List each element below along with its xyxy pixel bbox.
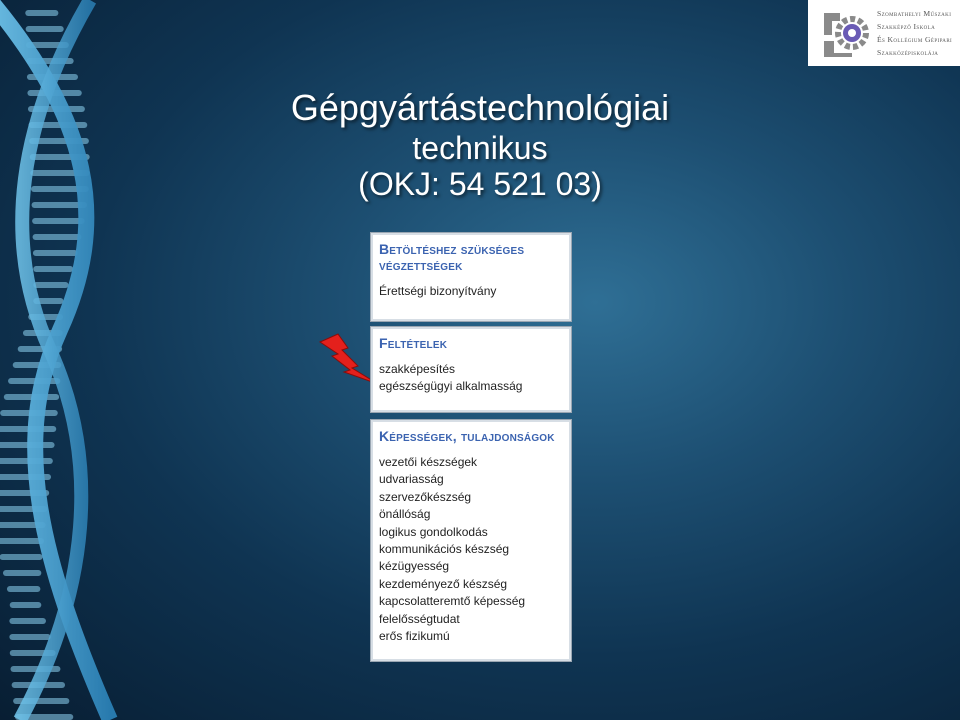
list-item: Érettségi bizonyítvány [379, 284, 497, 298]
section-heading: Képességek, tulajdonságok [379, 428, 555, 444]
dna-rung [0, 410, 58, 416]
dna-rung [9, 602, 42, 608]
section-heading: Betöltéshez szükséges végzettségek [379, 241, 525, 273]
dna-rung [32, 218, 85, 224]
list-item: szakképesítés [379, 362, 456, 376]
dna-rung [9, 618, 46, 624]
dna-rung [0, 442, 55, 448]
list-item: kapcsolatteremtő képesség [379, 594, 526, 609]
qualification-box: Betöltéshez szükséges végzettségek Érett… [370, 232, 572, 322]
dna-rung [0, 458, 53, 464]
dna-rung [2, 570, 42, 576]
school-logo: Szombathelyi Műszaki Szakképző Iskola És… [808, 0, 960, 66]
logo-line: És Kollégium Gépipari [877, 35, 953, 44]
list-item: kommunikációs készség [379, 542, 510, 557]
section-heading: Feltételek [379, 335, 448, 351]
list-item: kézügyesség [379, 559, 450, 574]
title-line-1: Gépgyártástechnológiai [290, 87, 670, 128]
dna-rung [25, 26, 64, 32]
logo-line: Szombathelyi Műszaki [877, 9, 952, 18]
conditions-box: Feltételek szakképesítés egészségügyi al… [370, 326, 572, 413]
list-item: önállóság [379, 507, 431, 522]
page-title: Gépgyártástechnológiai technikus (OKJ: 5… [230, 86, 730, 202]
gear-icon [820, 7, 872, 59]
skills-box: Képességek, tulajdonságok vezetői készsé… [370, 419, 572, 662]
dna-rung [33, 282, 69, 288]
title-line-3: (OKJ: 54 521 03) [358, 166, 602, 202]
list-item: egészségügyi alkalmasság [379, 379, 523, 394]
list-item: erős fizikumú [379, 629, 450, 644]
dna-rung [0, 554, 43, 560]
dna-rung [32, 234, 82, 240]
list-item: felelősségtudat [379, 611, 460, 626]
list-item: vezetői készségek [379, 455, 478, 469]
dna-rung [33, 266, 74, 272]
list-item: logikus gondolkodás [379, 524, 488, 539]
dna-rung [6, 586, 41, 592]
list-item: szervezőkészség [379, 489, 472, 504]
dna-helix-icon [0, 0, 118, 720]
dna-rung [10, 666, 61, 672]
dna-rung [9, 634, 51, 640]
dna-rung [25, 10, 59, 16]
list-item: kezdeményező készség [379, 576, 508, 591]
list-item: udvariasság [379, 472, 444, 487]
logo-line: Szakképző Iskola [877, 22, 936, 31]
dna-rung [32, 250, 78, 256]
title-line-2: technikus [412, 130, 548, 166]
dna-rung [0, 538, 45, 544]
logo-line: Szakközépiskolája [877, 48, 939, 57]
